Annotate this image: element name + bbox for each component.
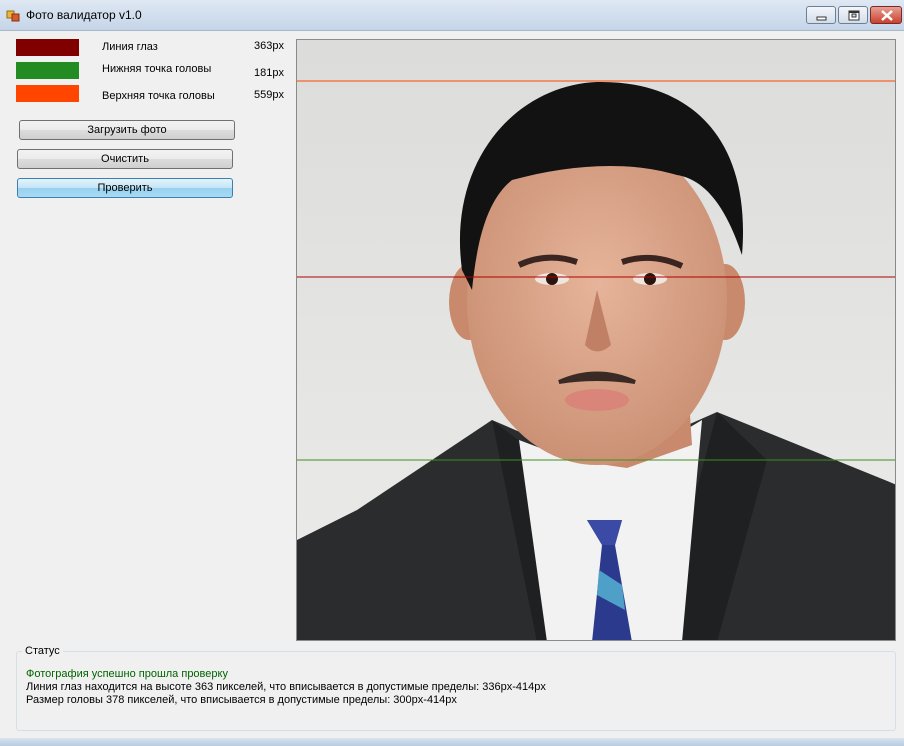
- status-head-size-text: Размер головы 378 пикселей, что вписывае…: [26, 694, 457, 706]
- head-bottom-swatch: [16, 62, 79, 79]
- maximize-button[interactable]: [838, 6, 868, 24]
- window-title: Фото валидатор v1.0: [26, 8, 142, 22]
- load-photo-button[interactable]: Загрузить фото: [19, 120, 235, 140]
- status-group-title: Статус: [22, 645, 63, 657]
- check-button[interactable]: Проверить: [17, 178, 233, 198]
- app-icon: [6, 10, 20, 22]
- title-bar: Фото валидатор v1.0: [0, 0, 904, 31]
- minimize-button[interactable]: [806, 6, 836, 24]
- eye-line-value: 363px: [254, 40, 284, 52]
- clear-button[interactable]: Очистить: [17, 149, 233, 169]
- close-button[interactable]: [870, 6, 902, 24]
- window-bottom-border: [0, 738, 904, 746]
- minimize-icon: [816, 16, 827, 21]
- status-success-text: Фотография успешно прошла проверку: [26, 668, 228, 680]
- head-top-label: Верхняя точка головы: [102, 90, 215, 102]
- eye-line-label: Линия глаз: [102, 41, 158, 53]
- head-bottom-value: 181px: [254, 67, 284, 79]
- head-bottom-label: Нижняя точка головы: [102, 63, 212, 75]
- head-top-swatch: [16, 85, 79, 102]
- portrait-photo: [297, 40, 895, 640]
- head-top-value: 559px: [254, 89, 284, 101]
- status-eye-line-text: Линия глаз находится на высоте 363 пиксе…: [26, 681, 546, 693]
- close-icon: [881, 10, 893, 21]
- eye-line-swatch: [16, 39, 79, 56]
- photo-preview: [296, 39, 896, 641]
- restore-icon: [848, 10, 860, 21]
